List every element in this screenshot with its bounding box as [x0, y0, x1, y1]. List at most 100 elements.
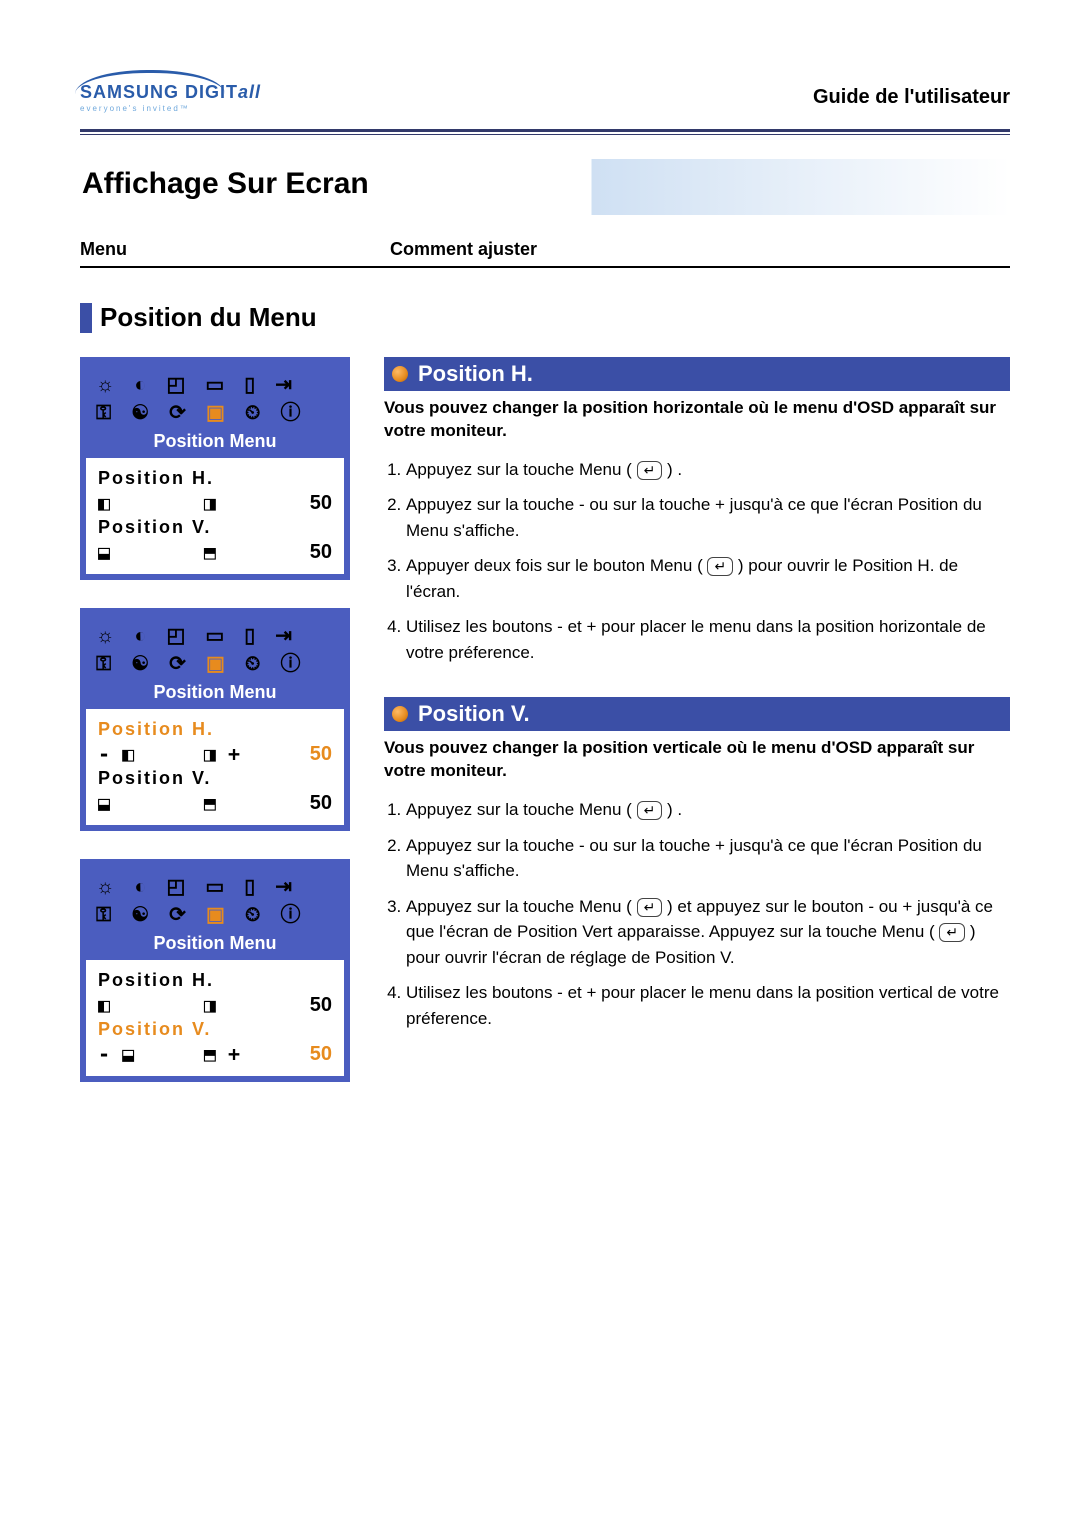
position-v-description: Vous pouvez changer la position vertical… [384, 737, 1010, 783]
menu-key-icon: ↵ [939, 923, 965, 942]
osd-row-h-label: Position H. [98, 970, 332, 991]
minus-move-down-icon: - ⬓ [98, 1042, 134, 1066]
move-up-plus-icon: ⬒ + [204, 1042, 240, 1066]
info-icon: ⓘ [280, 650, 308, 678]
step-text: Appuyer deux fois sur le bouton Menu ( [406, 556, 707, 575]
timer-icon: ⏲ [245, 650, 269, 678]
osd-body: Position H. - ◧ ◨ + 50 Position V. ⬓ ⬒ 5… [86, 709, 344, 825]
osd-row-v-label: Position V. [98, 517, 332, 538]
header-rule-thin [80, 134, 1010, 135]
logo-text: SAMSUNG DIGITall [80, 82, 261, 103]
position-h-description: Vous pouvez changer la position horizont… [384, 397, 1010, 443]
move-right-icon: ◨ [204, 491, 216, 515]
osd-row-h-vals: ◧ ◨ 50 [98, 993, 332, 1017]
subsection-position-v: Position V. [384, 697, 1010, 731]
osd-row-h-label-active: Position H. [98, 719, 332, 740]
minus-move-left-icon: - ◧ [98, 742, 134, 766]
subsection-title-h: Position H. [418, 361, 533, 387]
recall-icon: ⟳ [169, 650, 194, 678]
osd-v-value: 50 [310, 541, 332, 564]
contrast-icon: ◐ [134, 371, 154, 399]
hpos-icon: ▭ [205, 371, 232, 399]
move-down-icon: ⬓ [98, 791, 110, 815]
osd-row-v-vals: - ⬓ ⬒ + 50 [98, 1042, 332, 1066]
logo-brand: SAMSUNG [80, 82, 179, 102]
osd-row-v-label-active: Position V. [98, 1019, 332, 1040]
osd-v-value-active: 50 [310, 1043, 332, 1066]
osd-icon-grid: ☼ ◐ ◰ ▭ ▯ ⇥ ⚿ ☯ ⟳ ▣ ⏲ ⓘ [86, 614, 344, 680]
vpos-icon: ▯ [244, 371, 263, 399]
brightness-icon: ☼ [96, 873, 122, 901]
timer-icon: ⏲ [245, 901, 269, 929]
osd-icon-grid: ☼ ◐ ◰ ▭ ▯ ⇥ ⚿ ☯ ⟳ ▣ ⏲ ⓘ [86, 363, 344, 429]
step-1: Appuyez sur la touche Menu ( ↵ ) . [406, 457, 1010, 483]
info-icon: ⓘ [280, 901, 308, 929]
section-title-bar [80, 303, 92, 333]
osd-title: Position Menu [86, 680, 344, 709]
page-header: SAMSUNG DIGITall everyone's invited™ Gui… [80, 70, 1010, 121]
trapezoid-icon: ◰ [166, 622, 193, 650]
menu-position-icon: ▣ [206, 901, 233, 929]
move-up-icon: ⬒ [204, 540, 216, 564]
color-icon: ☯ [131, 650, 157, 678]
col-header-menu: Menu [80, 239, 390, 260]
osd-icon-grid: ☼ ◐ ◰ ▭ ▯ ⇥ ⚿ ☯ ⟳ ▣ ⏲ ⓘ [86, 865, 344, 931]
trapezoid-icon: ◰ [166, 873, 193, 901]
step-2: Appuyez sur la touche - ou sur la touche… [406, 492, 1010, 543]
menu-position-icon: ▣ [206, 399, 233, 427]
osd-row-v-vals: ⬓ ⬒ 50 [98, 791, 332, 815]
recall-icon: ⟳ [169, 901, 194, 929]
osd-screenshot-3: ☼ ◐ ◰ ▭ ▯ ⇥ ⚿ ☯ ⟳ ▣ ⏲ ⓘ Position Menu [80, 859, 350, 1082]
brightness-icon: ☼ [96, 622, 122, 650]
logo-tagline: everyone's invited™ [80, 104, 261, 113]
right-column: Position H. Vous pouvez changer la posit… [384, 357, 1010, 1082]
osd-screenshot-1: ☼ ◐ ◰ ▭ ▯ ⇥ ⚿ ☯ ⟳ ▣ ⏲ ⓘ Position Menu [80, 357, 350, 580]
osd-row-h-label: Position H. [98, 468, 332, 489]
move-up-icon: ⬒ [204, 791, 216, 815]
move-right-icon: ◨ [204, 993, 216, 1017]
move-right-plus-icon: ◨ + [204, 742, 240, 766]
col-header-adjust: Comment ajuster [390, 239, 537, 260]
recall-icon: ⟳ [169, 399, 194, 427]
column-headers: Menu Comment ajuster [80, 239, 1010, 266]
columns-rule [80, 266, 1010, 268]
hpos-icon: ▭ [205, 873, 232, 901]
contrast-icon: ◐ [134, 873, 154, 901]
osd-title: Position Menu [86, 429, 344, 458]
title-band: Affichage Sur Ecran [80, 159, 1010, 215]
step-text: Appuyez sur la touche Menu ( [406, 897, 637, 916]
step-2: Appuyez sur la touche - ou sur la touche… [406, 833, 1010, 884]
section-title: Position du Menu [80, 302, 1010, 333]
lock-icon: ⚿ [96, 650, 119, 678]
step-4: Utilisez les boutons - et + pour placer … [406, 980, 1010, 1031]
step-text: Appuyez sur la touche Menu ( [406, 460, 637, 479]
osd-row-h-vals: ◧ ◨ 50 [98, 491, 332, 515]
page-title: Affichage Sur Ecran [80, 167, 1010, 201]
menu-key-icon: ↵ [637, 461, 663, 480]
bullet-icon [392, 706, 408, 722]
expand-icon: ⇥ [275, 873, 300, 901]
move-left-icon: ◧ [98, 491, 110, 515]
header-subtitle: Guide de l'utilisateur [813, 86, 1010, 113]
position-v-steps: Appuyez sur la touche Menu ( ↵ ) . Appuy… [384, 797, 1010, 1031]
vpos-icon: ▯ [244, 622, 263, 650]
color-icon: ☯ [131, 901, 157, 929]
subsection-position-h: Position H. [384, 357, 1010, 391]
timer-icon: ⏲ [245, 399, 269, 427]
osd-h-value: 50 [310, 994, 332, 1017]
osd-h-value: 50 [310, 492, 332, 515]
lock-icon: ⚿ [96, 901, 119, 929]
move-down-icon: ⬓ [98, 540, 110, 564]
brand-logo: SAMSUNG DIGITall everyone's invited™ [80, 70, 261, 113]
osd-screenshot-2: ☼ ◐ ◰ ▭ ▯ ⇥ ⚿ ☯ ⟳ ▣ ⏲ ⓘ Position Menu [80, 608, 350, 831]
step-3: Appuyer deux fois sur le bouton Menu ( ↵… [406, 553, 1010, 604]
osd-h-value-active: 50 [310, 743, 332, 766]
osd-v-value: 50 [310, 792, 332, 815]
brightness-icon: ☼ [96, 371, 122, 399]
step-text: ) . [662, 800, 682, 819]
section-title-text: Position du Menu [100, 302, 317, 333]
expand-icon: ⇥ [275, 622, 300, 650]
osd-title: Position Menu [86, 931, 344, 960]
osd-row-v-label: Position V. [98, 768, 332, 789]
step-text: ) . [662, 460, 682, 479]
